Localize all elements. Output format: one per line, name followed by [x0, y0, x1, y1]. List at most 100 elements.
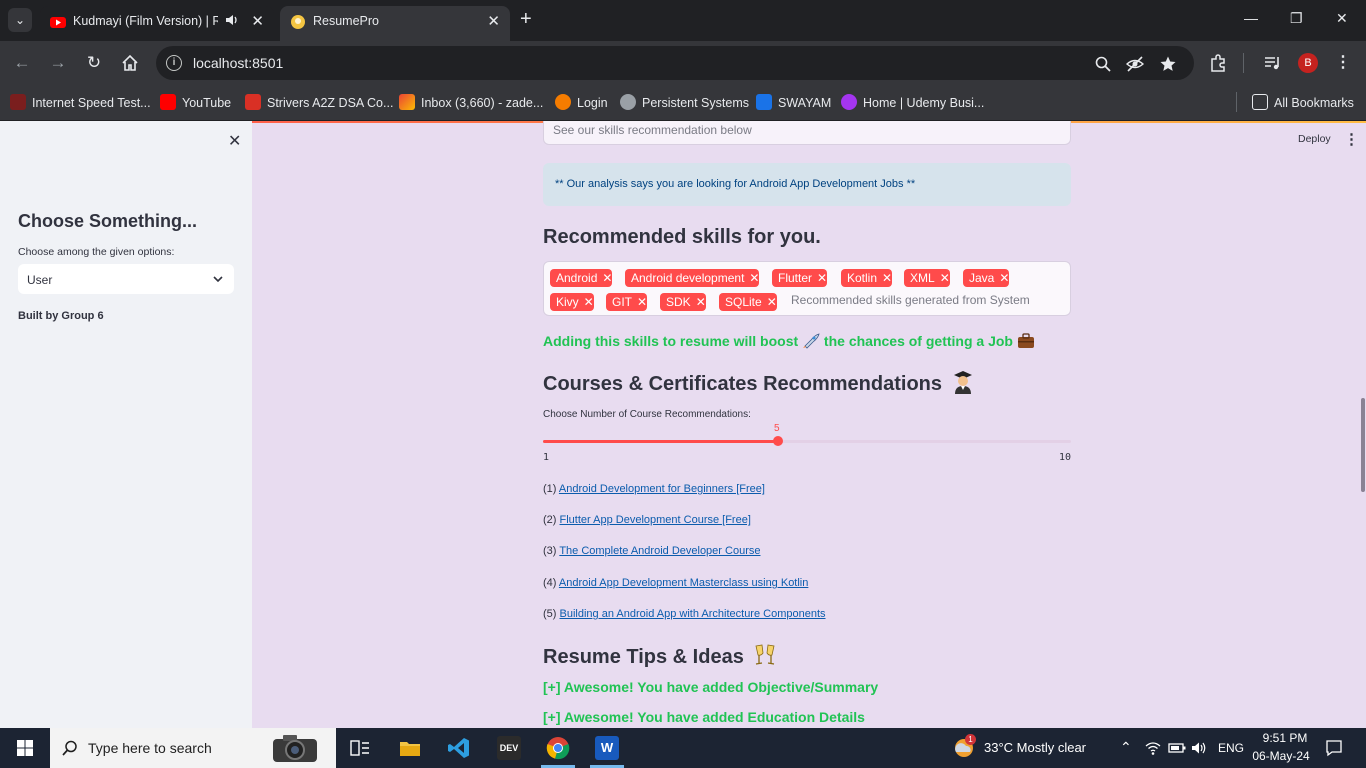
close-window-button[interactable]: ✕	[1336, 10, 1348, 27]
vscode-icon[interactable]	[447, 736, 471, 760]
file-explorer-icon[interactable]	[398, 736, 422, 760]
volume-icon[interactable]	[1191, 740, 1207, 756]
remove-tag-icon[interactable]: ✕	[637, 295, 647, 309]
skill-tag[interactable]: Flutter ✕	[772, 269, 828, 287]
extensions-icon[interactable]	[1208, 53, 1228, 73]
skills-multiselect[interactable]: Android ✕ Android development ✕ Flutter ✕ K…	[543, 261, 1071, 316]
remove-tag-icon[interactable]: ✕	[817, 271, 827, 285]
skill-tag[interactable]: Android development ✕	[625, 269, 760, 287]
language-indicator[interactable]: ENG	[1218, 741, 1244, 755]
course-link[interactable]: The Complete Android Developer Course	[559, 545, 760, 557]
sidebar-title: Choose Something...	[18, 211, 198, 231]
speedometer-icon	[10, 94, 26, 110]
bookmark-udemy[interactable]: Home | Udemy Busi...	[841, 94, 984, 110]
page-scrollbar[interactable]	[1361, 398, 1365, 492]
notifications-icon[interactable]	[1325, 739, 1343, 757]
close-tab-icon[interactable]: ✕	[251, 12, 264, 30]
remove-tag-icon[interactable]: ✕	[999, 271, 1009, 285]
bookmark-persistent[interactable]: Persistent Systems	[620, 94, 749, 110]
select-value: User	[27, 273, 53, 287]
course-link[interactable]: Building an Android App with Architectur…	[560, 608, 826, 620]
skill-tag[interactable]: Kotlin ✕	[841, 269, 893, 287]
deploy-button[interactable]: Deploy	[1298, 133, 1331, 145]
skill-tag[interactable]: SQLite ✕	[719, 293, 777, 311]
zoom-icon[interactable]	[1094, 55, 1112, 73]
remove-tag-icon[interactable]: ✕	[602, 271, 612, 285]
skills-heading: Recommended skills for you.	[543, 226, 821, 248]
home-icon[interactable]	[120, 53, 140, 73]
course-link[interactable]: Android App Development Masterclass usin…	[559, 577, 808, 589]
browser-toolbar: ← → ↻ i localhost:8501 B ⋮	[0, 41, 1366, 85]
tab-resumepro[interactable]: ResumePro ✕	[280, 6, 510, 41]
course-link[interactable]: Android Development for Beginners [Free]	[559, 483, 765, 495]
remove-tag-icon[interactable]: ✕	[584, 295, 594, 309]
clock-time[interactable]: 9:51 PM	[1258, 731, 1312, 745]
bookmark-star-icon[interactable]	[1159, 55, 1177, 73]
skill-tag[interactable]: Kivy ✕	[550, 293, 594, 311]
speaker-icon[interactable]	[224, 12, 240, 28]
url-text[interactable]: localhost:8501	[193, 55, 283, 71]
weather-text[interactable]: 33°C Mostly clear	[984, 740, 1086, 755]
main-menu-icon[interactable]: ⋮	[1344, 130, 1359, 148]
sidebar-footer: Built by Group 6	[18, 310, 104, 322]
tab-search-button[interactable]: ⌄	[8, 8, 32, 32]
skill-tag[interactable]: XML ✕	[904, 269, 950, 287]
user-type-select[interactable]: User	[18, 264, 234, 294]
close-tab-icon[interactable]: ✕	[487, 12, 500, 30]
skill-tag[interactable]: GIT ✕	[606, 293, 648, 311]
back-button[interactable]: ←	[12, 53, 32, 73]
bookmark-speedtest[interactable]: Internet Speed Test...	[10, 94, 151, 110]
browser-tab-strip: ⌄ Kudmayi (Film Version) | Ro ✕ ResumePr…	[0, 0, 1366, 41]
bookmark-strivers[interactable]: Strivers A2Z DSA Co...	[245, 94, 393, 110]
address-bar[interactable]: i localhost:8501	[156, 46, 1194, 80]
close-sidebar-icon[interactable]: ✕	[228, 131, 241, 151]
word-icon[interactable]: W	[595, 736, 619, 760]
restore-button[interactable]: ❐	[1290, 10, 1303, 27]
slider-min: 1	[543, 452, 550, 463]
select-label: Choose among the given options:	[18, 246, 175, 258]
all-bookmarks-button[interactable]: All Bookmarks	[1252, 94, 1354, 110]
minimize-button[interactable]: —	[1244, 10, 1258, 26]
remove-tag-icon[interactable]: ✕	[767, 295, 777, 309]
tab-kudmayi[interactable]: Kudmayi (Film Version) | Ro ✕	[40, 6, 274, 41]
profile-avatar[interactable]: B	[1298, 53, 1318, 73]
bookmark-youtube[interactable]: YouTube	[160, 94, 231, 110]
course-item: (5) Building an Android App with Archite…	[543, 608, 826, 620]
skills-textarea[interactable]: See our skills recommendation below	[543, 121, 1071, 145]
rocket-icon	[803, 333, 820, 349]
bookmark-gmail[interactable]: Inbox (3,660) - zade...	[399, 94, 543, 110]
skill-tag[interactable]: SDK ✕	[660, 293, 706, 311]
youtube-icon	[50, 17, 66, 28]
eye-off-icon[interactable]	[1126, 55, 1144, 73]
chevron-up-icon[interactable]: ⌃	[1120, 739, 1132, 756]
chrome-menu-icon[interactable]: ⋮	[1335, 52, 1351, 72]
dev-app-icon[interactable]: DEV	[497, 736, 521, 760]
remove-tag-icon[interactable]: ✕	[882, 271, 892, 285]
reload-button[interactable]: ↻	[84, 53, 104, 73]
media-controls-icon[interactable]	[1262, 53, 1282, 73]
remove-tag-icon[interactable]: ✕	[696, 295, 706, 309]
weather-widget[interactable]: 1	[952, 734, 976, 760]
page-viewport: ✕ Choose Something... Choose among the g…	[0, 121, 1366, 728]
forward-button[interactable]: →	[48, 53, 68, 73]
graduate-icon	[953, 371, 972, 394]
battery-icon[interactable]	[1168, 740, 1186, 756]
clock-date[interactable]: 06-May-24	[1250, 749, 1312, 763]
new-tab-button[interactable]: +	[520, 8, 532, 30]
slider-thumb[interactable]	[773, 436, 783, 446]
windows-start-icon[interactable]	[17, 740, 33, 756]
remove-tag-icon[interactable]: ✕	[940, 271, 950, 285]
skill-tag[interactable]: Java ✕	[963, 269, 1010, 287]
tips-heading: Resume Tips & Ideas	[543, 643, 777, 669]
chrome-icon[interactable]	[546, 736, 570, 760]
globe-icon	[620, 94, 636, 110]
remove-tag-icon[interactable]: ✕	[749, 271, 759, 285]
course-link[interactable]: Flutter App Development Course [Free]	[560, 514, 751, 526]
skill-tag[interactable]: Android ✕	[550, 269, 613, 287]
taskbar-search[interactable]: Type here to search	[50, 728, 336, 768]
site-info-icon[interactable]: i	[166, 55, 182, 71]
task-view-icon[interactable]	[348, 736, 372, 760]
bookmark-swayam[interactable]: SWAYAM	[756, 94, 831, 110]
bookmark-login[interactable]: Login	[555, 94, 608, 110]
wifi-icon[interactable]	[1145, 740, 1161, 756]
